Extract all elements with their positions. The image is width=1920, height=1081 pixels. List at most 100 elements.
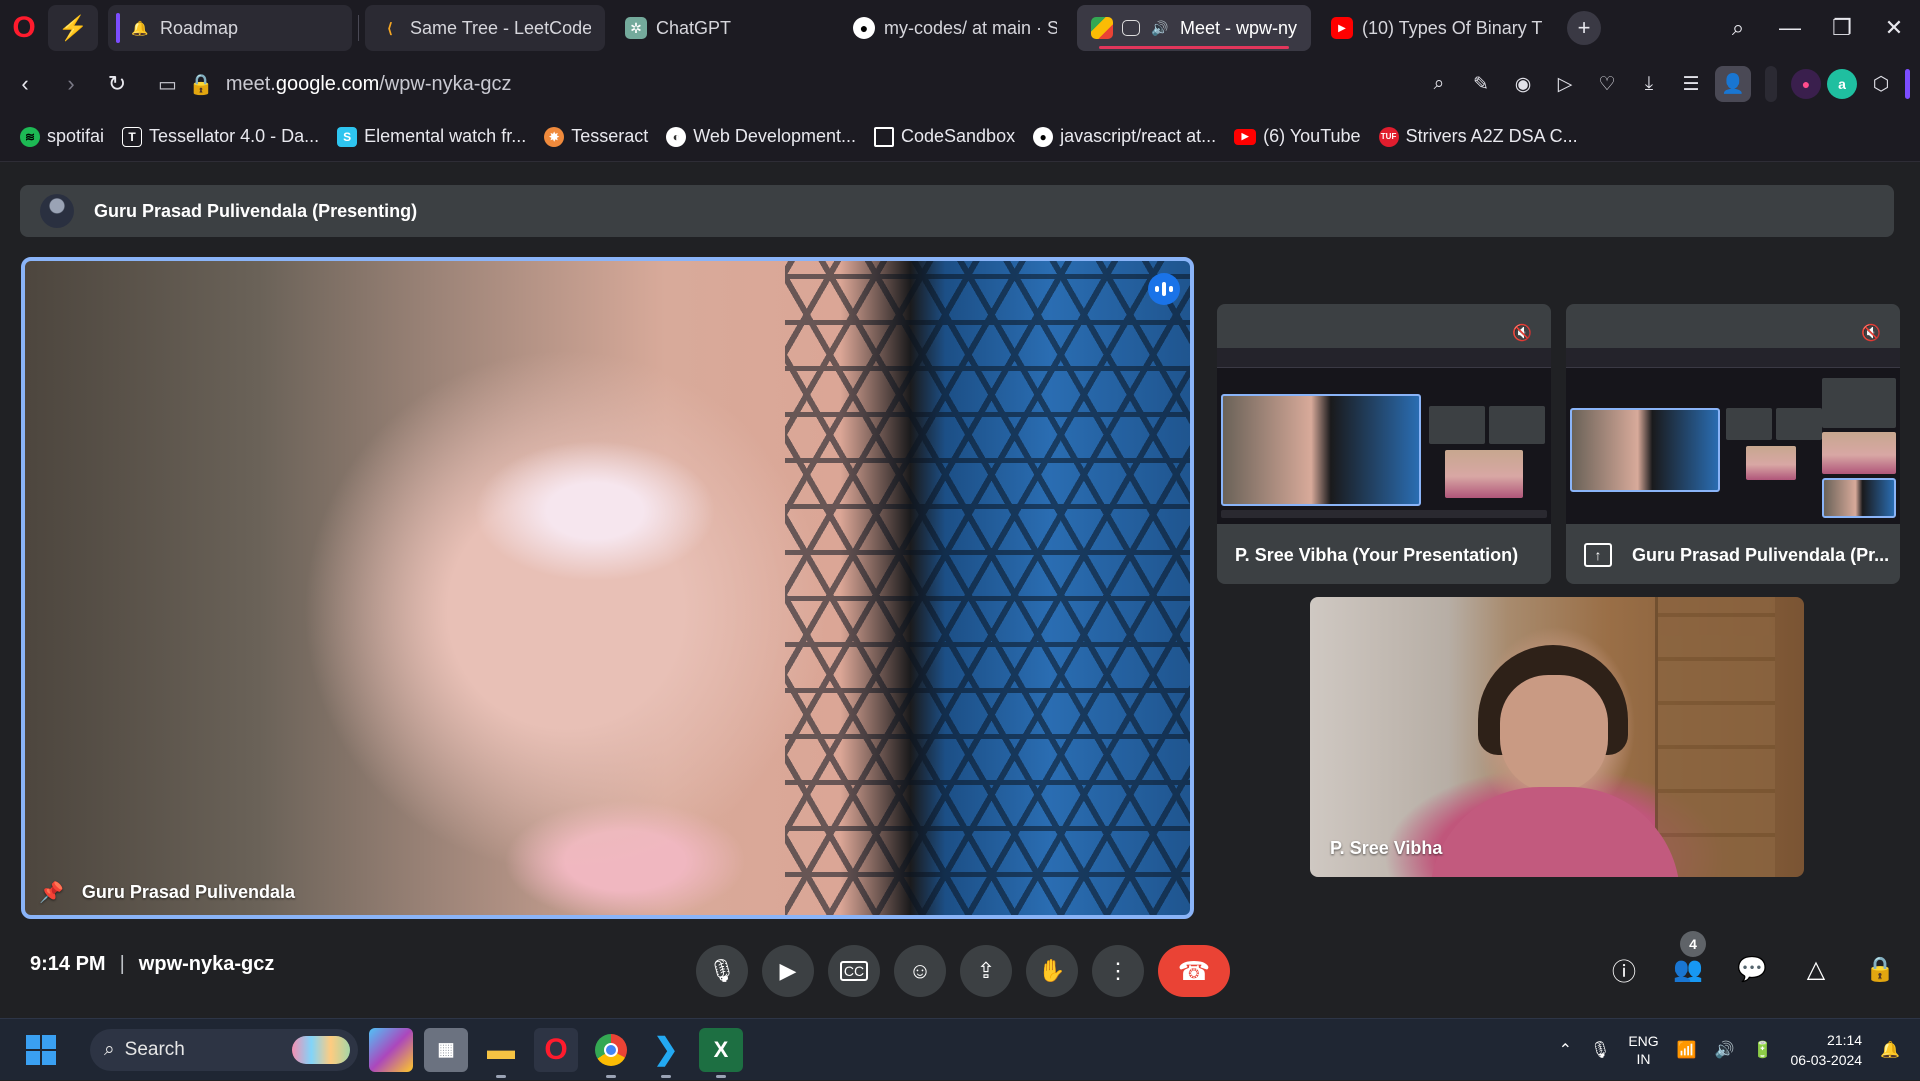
- raise-hand-button[interactable]: ✋: [1026, 945, 1078, 997]
- extension-sr-icon[interactable]: ●: [1791, 69, 1821, 99]
- picture-in-picture-icon[interactable]: [1122, 20, 1140, 36]
- captions-button[interactable]: CC: [828, 945, 880, 997]
- tab-meet[interactable]: 🔊 Meet - wpw-nyka: [1077, 5, 1311, 51]
- tab-search-icon[interactable]: ⌕: [1712, 0, 1764, 56]
- calculator-icon[interactable]: ▦: [424, 1027, 468, 1072]
- leave-call-button[interactable]: ☎: [1158, 945, 1230, 997]
- chevron-up-icon[interactable]: ⌃: [1559, 1040, 1572, 1060]
- call-controls: 🎙 ▶ CC ☺ ⇪ ✋ ⋮ ☎: [696, 945, 1230, 997]
- opera-icon[interactable]: O: [534, 1027, 578, 1072]
- people-button[interactable]: 👥 4: [1670, 931, 1706, 991]
- side-panel-controls: ⓘ 👥 4 💬 △ 🔒: [1606, 931, 1898, 991]
- tab-chatgpt[interactable]: ✲ ChatGPT: [611, 5, 833, 51]
- close-icon[interactable]: ✕: [1868, 0, 1920, 56]
- heart-icon[interactable]: ♡: [1589, 66, 1625, 102]
- bookmark-item[interactable]: CodeSandbox: [873, 126, 1015, 147]
- easy-setup-icon[interactable]: ☰: [1673, 66, 1709, 102]
- workspace-button[interactable]: ⚡: [48, 5, 98, 51]
- forward-icon[interactable]: ›: [48, 61, 94, 107]
- wifi-icon[interactable]: 📶: [1677, 1040, 1697, 1060]
- background-door: [1655, 597, 1775, 877]
- toolbar-divider: [1765, 66, 1777, 102]
- activities-button[interactable]: △: [1798, 947, 1834, 991]
- windows-taskbar: ⌕ Search ▦ ▬ O ❯ X ⌃ 🎙 ENG IN 📶 🔊 🔋 21:1…: [0, 1018, 1920, 1080]
- bookmark-item[interactable]: ◐ Web Development...: [666, 126, 856, 147]
- tab-separator: [358, 15, 359, 41]
- volume-icon[interactable]: 🔊: [1715, 1040, 1735, 1060]
- profile-icon[interactable]: 👤: [1715, 66, 1751, 102]
- captions-icon: CC: [839, 961, 869, 981]
- search-label: Search: [124, 1038, 185, 1060]
- bookmark-item[interactable]: ≋ spotifai: [20, 126, 104, 147]
- tab-roadmap[interactable]: 🔔 Roadmap: [108, 5, 352, 51]
- address-bar-actions: ⌕ ✎ ◉ ▷ ♡ ⤓ ☰ 👤 ● a ⬡: [1421, 56, 1910, 112]
- speaking-indicator-icon: [1148, 273, 1180, 305]
- taskbar-search[interactable]: ⌕ Search: [90, 1028, 358, 1071]
- download-icon[interactable]: ⤓: [1631, 66, 1667, 102]
- edit-icon[interactable]: ✎: [1463, 66, 1499, 102]
- pin-icon[interactable]: 📌: [39, 880, 64, 905]
- extension-a-icon[interactable]: a: [1827, 69, 1857, 99]
- send-icon[interactable]: ▷: [1547, 66, 1583, 102]
- presentation-tile-guru[interactable]: 🔇 ↑ Guru Prasad Pulivendala (Pr...: [1566, 304, 1900, 584]
- language-indicator[interactable]: ENG IN: [1628, 1032, 1658, 1068]
- presenting-bar[interactable]: Guru Prasad Pulivendala (Presenting): [20, 185, 1894, 237]
- hand-icon: ✋: [1038, 958, 1066, 983]
- bookmark-item[interactable]: ● javascript/react at...: [1033, 126, 1216, 147]
- emoji-icon: ☺: [908, 958, 932, 983]
- minimize-icon[interactable]: —: [1764, 0, 1816, 56]
- vscode-icon[interactable]: ❯: [644, 1028, 688, 1078]
- excel-icon[interactable]: X: [699, 1027, 743, 1078]
- bookmark-item[interactable]: ▶ (6) YouTube: [1234, 126, 1361, 147]
- windows-start-icon[interactable]: [26, 1034, 56, 1065]
- tab-same-tree-leetcode[interactable]: ⟨ Same Tree - LeetCode: [365, 5, 605, 51]
- new-tab-button[interactable]: +: [1567, 11, 1601, 45]
- tab-github-my-codes[interactable]: ● my-codes/ at main · Sre: [839, 5, 1071, 51]
- participant-body: [1430, 787, 1680, 877]
- participant-video-tile[interactable]: P. Sree Vibha: [1310, 597, 1804, 877]
- microphone-icon[interactable]: 🎙: [1590, 1040, 1610, 1060]
- lock-person-icon: 🔒: [1865, 955, 1895, 983]
- lock-icon[interactable]: 🔒: [189, 72, 214, 97]
- reload-icon[interactable]: ↻: [94, 61, 140, 107]
- notification-bell-icon[interactable]: 🔔: [1880, 1040, 1900, 1060]
- host-controls-button[interactable]: 🔒: [1862, 947, 1898, 991]
- reactions-button[interactable]: ☺: [894, 945, 946, 997]
- zoom-search-icon[interactable]: ⌕: [1421, 66, 1457, 102]
- chat-button[interactable]: 💬: [1734, 947, 1770, 991]
- present-button[interactable]: ⇪: [960, 945, 1012, 997]
- clock[interactable]: 21:14 06-03-2024: [1790, 1030, 1862, 1070]
- github-icon: ●: [853, 17, 875, 39]
- background-net-pattern: [785, 261, 1190, 915]
- opera-logo-icon[interactable]: O: [0, 0, 48, 56]
- snapshot-camera-icon[interactable]: ◉: [1505, 66, 1541, 102]
- meeting-details-button[interactable]: ⓘ: [1606, 947, 1642, 991]
- presentation-thumbnail: [1566, 348, 1900, 524]
- url-host: google.com: [275, 72, 380, 95]
- bookmark-item[interactable]: T Tessellator 4.0 - Da...: [122, 126, 319, 147]
- meet-icon: [1091, 17, 1113, 39]
- presentation-tile-self[interactable]: 🔇 P. Sree Vibha (Your Presentation): [1217, 304, 1551, 584]
- microphone-button[interactable]: 🎙: [696, 945, 748, 997]
- tessellator-icon: T: [122, 126, 143, 147]
- back-icon[interactable]: ‹: [2, 61, 48, 107]
- extensions-cube-icon[interactable]: ⬡: [1863, 66, 1899, 102]
- speaker-icon[interactable]: 🔊: [1149, 17, 1171, 39]
- address-bar: ‹ › ↻ ▭ 🔒 meet.google.com/wpw-nyka-gcz ⌕…: [0, 56, 1920, 112]
- bookmark-item[interactable]: S Elemental watch fr...: [337, 126, 526, 147]
- copilot-icon[interactable]: [369, 1027, 413, 1072]
- file-explorer-icon[interactable]: ▬: [479, 1028, 523, 1078]
- camera-permission-icon[interactable]: ▭: [158, 72, 177, 97]
- chrome-icon[interactable]: [589, 1028, 633, 1078]
- leetcode-icon: ⟨: [387, 19, 393, 36]
- present-screen-icon: ⇪: [976, 958, 996, 983]
- restore-icon[interactable]: ❐: [1816, 0, 1868, 56]
- tab-youtube-binary-tree[interactable]: ▶ (10) Types Of Binary Tre: [1317, 5, 1557, 51]
- bookmark-item[interactable]: ✸ Tesseract: [544, 126, 648, 147]
- url-field[interactable]: ▭ 🔒 meet.google.com/wpw-nyka-gcz: [158, 61, 512, 107]
- battery-icon[interactable]: 🔋: [1753, 1040, 1773, 1060]
- more-options-button[interactable]: ⋮: [1092, 945, 1144, 997]
- bookmark-item[interactable]: TUF Strivers A2Z DSA C...: [1378, 126, 1578, 147]
- camera-button[interactable]: ▶: [762, 945, 814, 997]
- main-video-tile[interactable]: 📌 Guru Prasad Pulivendala: [21, 257, 1194, 919]
